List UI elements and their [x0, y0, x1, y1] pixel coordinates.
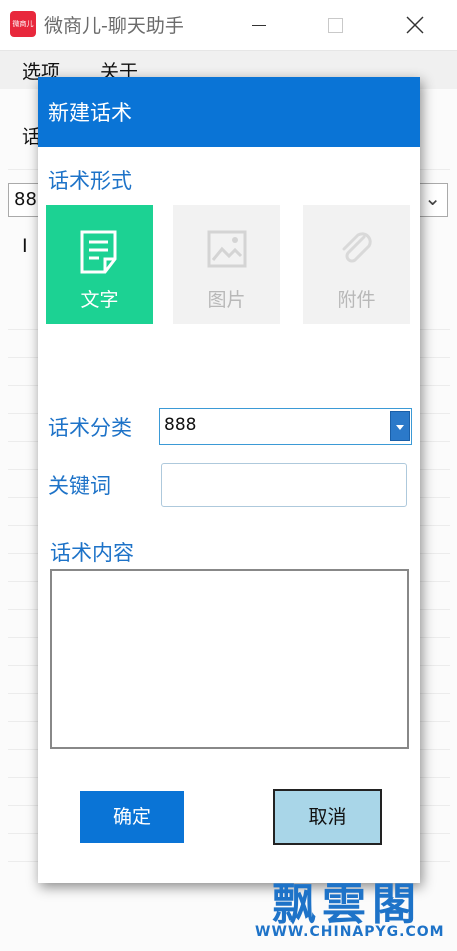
keyword-label: 关键词 — [48, 474, 111, 498]
type-text-label: 文字 — [80, 289, 119, 311]
type-attachment-label: 附件 — [337, 289, 376, 311]
script-form-label: 话术形式 — [48, 169, 132, 193]
keyword-input[interactable] — [161, 463, 407, 507]
dialog-title: 新建话术 — [48, 101, 132, 125]
minimize-button[interactable] — [228, 0, 288, 50]
type-image-label: 图片 — [207, 289, 246, 311]
minimize-icon — [252, 25, 266, 26]
image-icon — [207, 230, 247, 268]
title-bar: 微商儿 微商儿-聊天助手 — [0, 0, 457, 50]
background-select-value: 88 — [14, 189, 37, 210]
category-select[interactable]: 888 — [159, 408, 412, 445]
paperclip-icon — [342, 232, 372, 263]
background-text: I — [22, 235, 28, 257]
watermark-logo: 飘雲閣 — [272, 879, 422, 930]
maximize-icon — [328, 18, 343, 33]
chevron-down-icon: ⌄ — [424, 186, 441, 210]
window-title: 微商儿-聊天助手 — [44, 15, 184, 37]
type-image-button[interactable]: 图片 — [173, 205, 280, 324]
type-text-button[interactable]: 文字 — [46, 205, 153, 324]
watermark-url: WWW.CHINAPYG.COM — [255, 924, 445, 940]
app-logo: 微商儿 — [10, 11, 36, 37]
document-icon — [80, 230, 117, 274]
dropdown-arrow-icon[interactable] — [390, 411, 410, 441]
type-attachment-button[interactable]: 附件 — [303, 205, 410, 324]
close-icon — [406, 16, 424, 34]
new-script-dialog: 新建话术 话术形式 文字 图片 附件 话术分类 888 关键词 话术内容 确定 … — [38, 77, 420, 883]
cancel-button[interactable]: 取消 — [273, 789, 382, 845]
dialog-header[interactable]: 新建话术 — [38, 77, 420, 147]
maximize-button[interactable] — [304, 0, 364, 50]
close-button[interactable] — [385, 0, 445, 50]
content-textarea[interactable] — [50, 569, 409, 749]
content-label: 话术内容 — [50, 541, 134, 565]
confirm-button[interactable]: 确定 — [80, 791, 184, 843]
category-value: 888 — [164, 415, 197, 435]
category-label: 话术分类 — [48, 416, 132, 440]
